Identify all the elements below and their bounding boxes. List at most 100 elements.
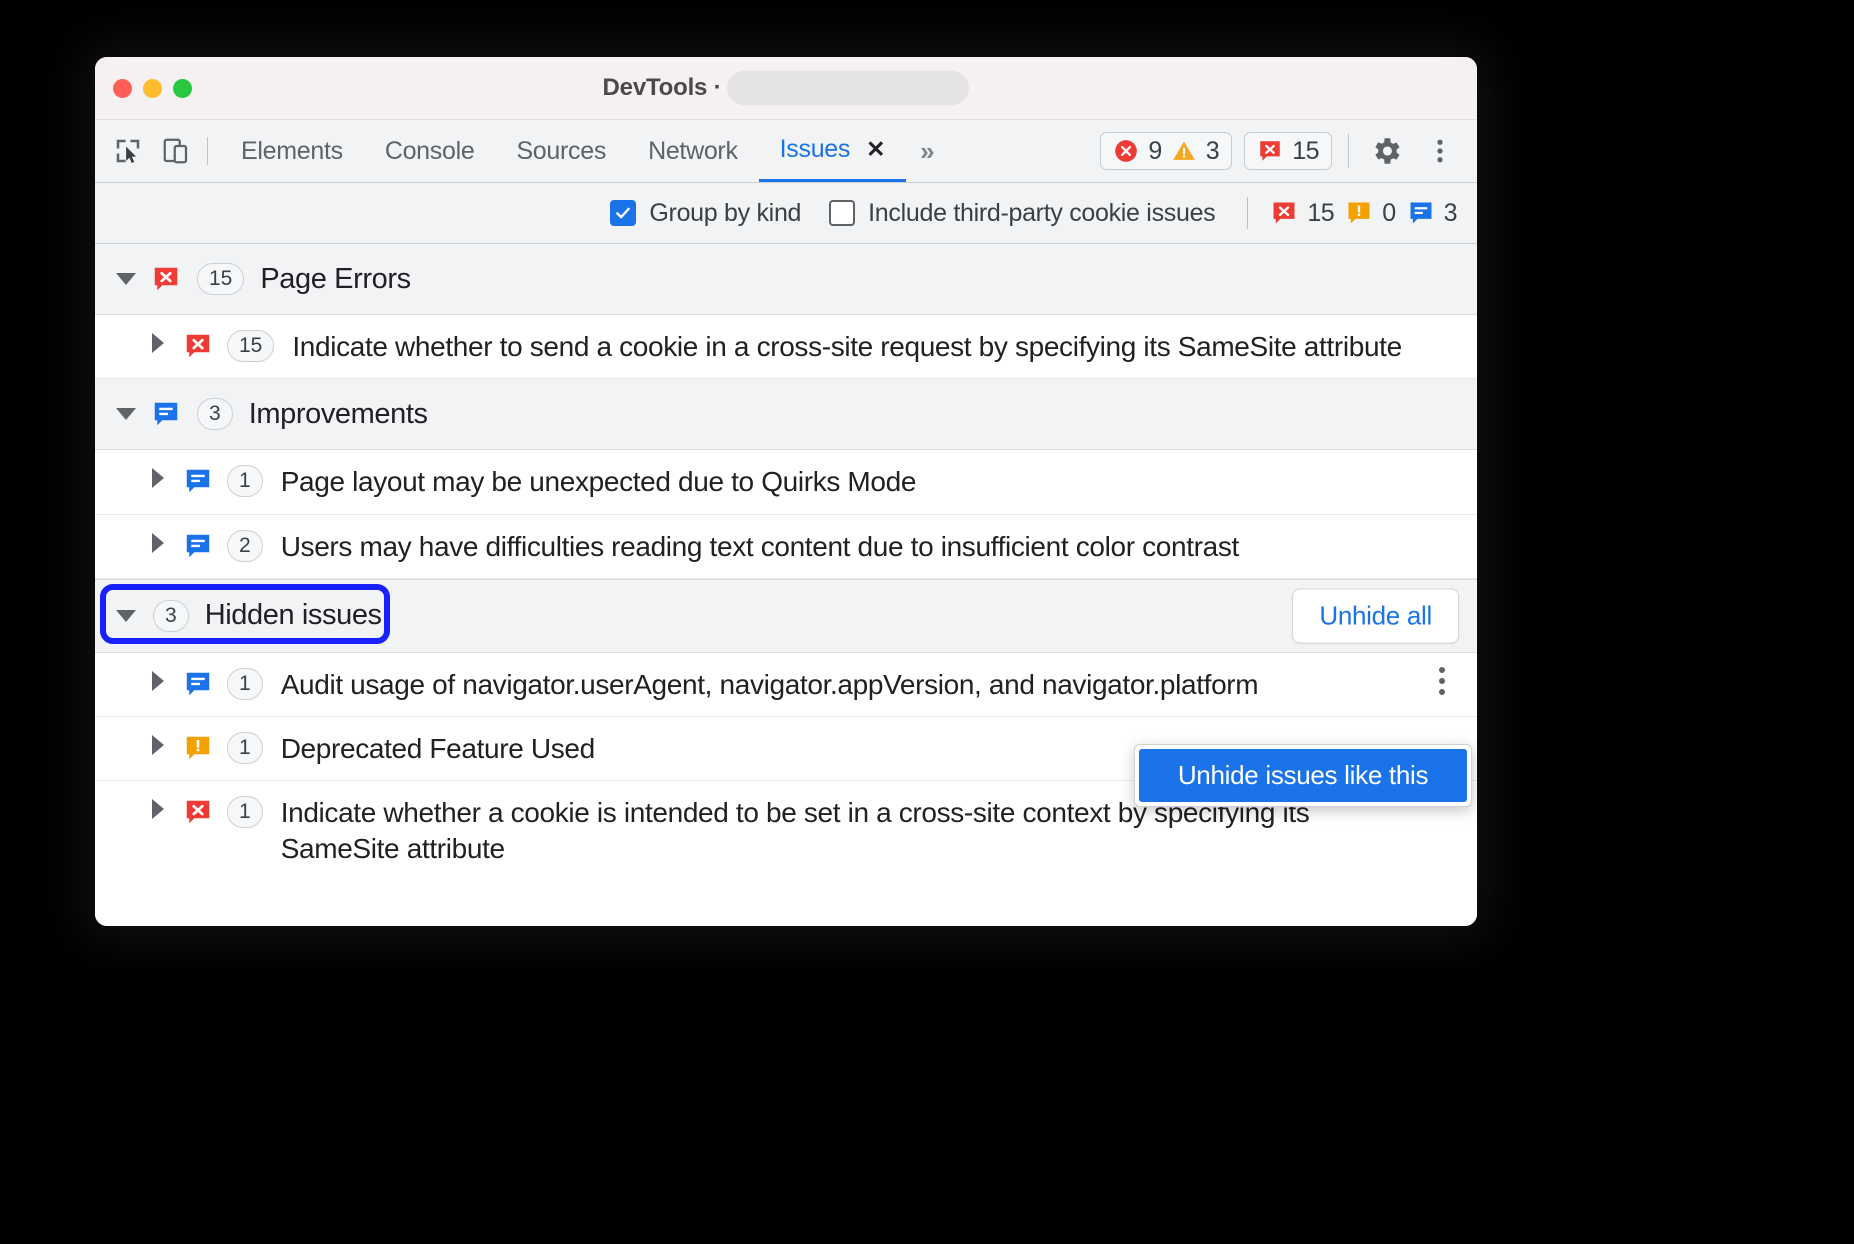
devtools-window: DevTools · [95, 57, 1477, 926]
info-bubble-icon [1407, 199, 1435, 227]
issue-title: Deprecated Feature Used [281, 731, 595, 766]
group-by-kind-checkbox[interactable]: Group by kind [610, 199, 801, 228]
devtools-tabbar: Elements Console Sources Network Issues … [95, 120, 1477, 183]
issue-title: Indicate whether to send a cookie in a c… [292, 329, 1401, 364]
redacted-url-bar [727, 71, 969, 105]
chevron-right-icon[interactable] [141, 799, 175, 819]
issue-row[interactable]: 2 Users may have difficulties reading te… [95, 515, 1477, 579]
issue-error-bubble-icon [1257, 138, 1283, 164]
kebab-menu-icon[interactable] [1419, 130, 1461, 172]
error-bubble-icon [183, 795, 213, 827]
info-count-item: 3 [1407, 199, 1457, 228]
issue-count-badge: 1 [227, 465, 263, 497]
more-tabs-icon[interactable]: » [906, 120, 948, 182]
inspect-tools [111, 120, 207, 182]
chevron-right-icon[interactable] [141, 671, 175, 691]
tab-console-label: Console [385, 137, 475, 166]
warning-count-item: 0 [1345, 199, 1395, 228]
tab-sources[interactable]: Sources [495, 120, 627, 182]
group-header-page-errors[interactable]: 15 Page Errors [95, 244, 1477, 315]
toolbar-divider [207, 137, 208, 165]
info-bubble-icon [183, 464, 213, 496]
warning-bubble-icon [1345, 199, 1373, 227]
checkbox-checked-icon [610, 200, 636, 226]
close-window-button[interactable] [113, 79, 132, 98]
chevron-down-icon[interactable] [109, 610, 143, 622]
window-titlebar: DevTools · [95, 57, 1477, 120]
chevron-down-icon[interactable] [109, 408, 143, 420]
error-bubble-icon [151, 264, 181, 294]
context-menu: Unhide issues like this [1134, 744, 1472, 807]
info-bubble-icon [183, 667, 213, 699]
tab-network-label: Network [648, 137, 738, 166]
issue-kind-counts: 15 0 [1270, 199, 1457, 228]
error-circle-icon [1113, 138, 1139, 164]
issue-title: Users may have difficulties reading text… [281, 529, 1239, 564]
issue-count-badge: 1 [227, 732, 263, 764]
include-third-party-checkbox[interactable]: Include third-party cookie issues [829, 199, 1215, 228]
minimize-window-button[interactable] [143, 79, 162, 98]
include-third-party-label: Include third-party cookie issues [868, 199, 1215, 228]
chevron-right-icon[interactable] [141, 468, 175, 488]
group-count-badge: 3 [153, 600, 189, 632]
panel-tabs: Elements Console Sources Network Issues … [220, 120, 949, 182]
status-divider [1348, 134, 1349, 168]
unhide-all-button[interactable]: Unhide all [1292, 588, 1459, 643]
warning-triangle-icon [1171, 138, 1197, 164]
warning-bubble-icon [183, 731, 213, 763]
maximize-window-button[interactable] [173, 79, 192, 98]
chevron-right-icon[interactable] [141, 533, 175, 553]
filterbar-divider [1247, 197, 1248, 229]
screenshot-stage: DevTools · [0, 0, 1854, 1244]
tab-console[interactable]: Console [364, 120, 496, 182]
issue-count-badge: 15 [227, 330, 274, 362]
issue-count-badge: 1 [227, 668, 263, 700]
chevron-right-icon[interactable] [141, 333, 175, 353]
group-header-hidden-issues[interactable]: 3 Hidden issues Unhide all [95, 579, 1477, 653]
issue-row[interactable]: 15 Indicate whether to send a cookie in … [95, 315, 1477, 379]
issue-title: Audit usage of navigator.userAgent, navi… [281, 667, 1259, 702]
group-count-badge: 15 [197, 263, 244, 295]
group-title: Improvements [249, 398, 428, 431]
traffic-light-buttons[interactable] [113, 79, 192, 98]
issue-count-badge: 2 [227, 530, 263, 562]
issues-count: 15 [1292, 137, 1319, 166]
error-bubble-icon [1270, 199, 1298, 227]
issues-counter-badge[interactable]: 15 [1244, 132, 1332, 170]
tab-elements[interactable]: Elements [220, 120, 364, 182]
console-error-count: 9 [1148, 137, 1161, 166]
group-header-improvements[interactable]: 3 Improvements [95, 379, 1477, 450]
group-by-kind-label: Group by kind [649, 199, 801, 228]
issue-row[interactable]: 1 Page layout may be unexpected due to Q… [95, 450, 1477, 514]
info-bubble-icon [183, 529, 213, 561]
tab-network[interactable]: Network [627, 120, 759, 182]
gear-icon[interactable] [1365, 130, 1407, 172]
issue-kebab-menu-icon[interactable] [1429, 667, 1455, 695]
info-count-value: 3 [1444, 199, 1457, 228]
tab-issues-label: Issues [780, 135, 850, 164]
warning-count-value: 0 [1382, 199, 1395, 228]
error-count-item: 15 [1270, 199, 1334, 228]
issue-row[interactable]: 1 Audit usage of navigator.userAgent, na… [95, 653, 1477, 717]
error-bubble-icon [183, 329, 213, 361]
tab-elements-label: Elements [241, 137, 343, 166]
tabbar-status-area: 9 3 [1100, 120, 1477, 182]
window-title-text: DevTools · [603, 74, 722, 102]
checkbox-unchecked-icon [829, 200, 855, 226]
group-title: Hidden issues [205, 599, 382, 632]
console-counters-badge[interactable]: 9 3 [1100, 132, 1232, 170]
window-title: DevTools · [603, 71, 970, 105]
group-title: Page Errors [260, 263, 410, 296]
issues-filter-bar: Group by kind Include third-party cookie… [95, 183, 1477, 244]
device-toolbar-icon[interactable] [159, 134, 193, 168]
console-warning-count: 3 [1206, 137, 1219, 166]
context-menu-item-unhide-issues-like-this[interactable]: Unhide issues like this [1139, 749, 1467, 802]
close-icon[interactable]: ✕ [866, 138, 885, 161]
issue-title: Page layout may be unexpected due to Qui… [281, 464, 916, 499]
inspect-element-icon[interactable] [111, 134, 145, 168]
chevron-right-icon[interactable] [141, 735, 175, 755]
chevron-down-icon[interactable] [109, 273, 143, 285]
tab-issues[interactable]: Issues ✕ [759, 120, 906, 182]
issue-count-badge: 1 [227, 796, 263, 828]
error-count-value: 15 [1307, 199, 1334, 228]
